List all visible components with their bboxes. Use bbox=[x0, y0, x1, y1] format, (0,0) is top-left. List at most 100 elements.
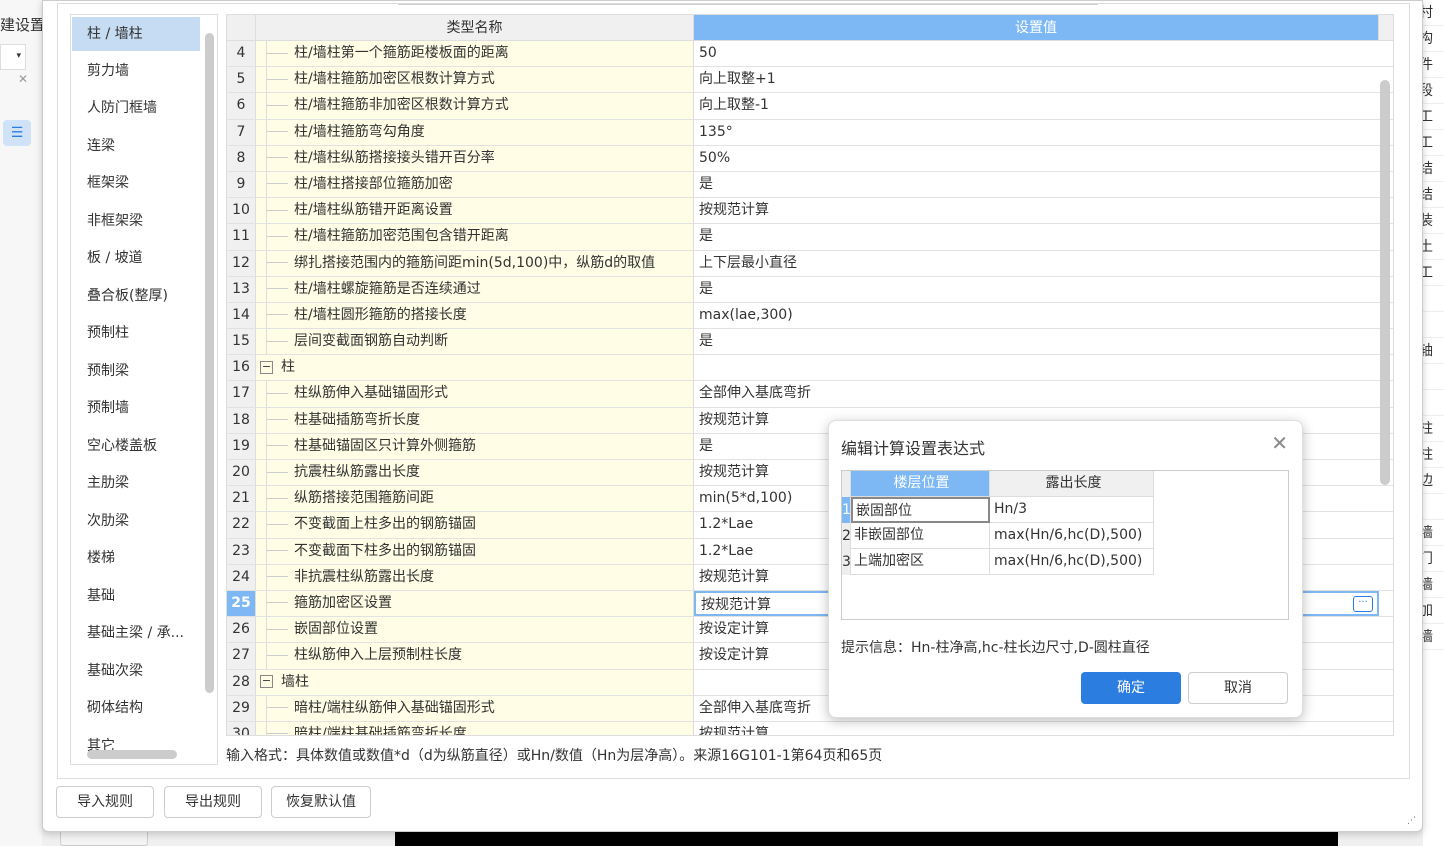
type-name-cell[interactable]: 非抗震柱纵筋露出长度 bbox=[256, 564, 694, 590]
table-row[interactable]: 30 暗柱/端柱基础插筋弯折长度 按规范计算 bbox=[227, 721, 1393, 735]
type-name-cell[interactable]: 柱/墙柱箍筋加密区根数计算方式 bbox=[256, 67, 694, 93]
table-row[interactable]: 7 柱/墙柱箍筋弯勾角度 135° bbox=[227, 119, 1393, 146]
type-name-cell[interactable]: 不变截面上柱多出的钢筋锚固 bbox=[256, 512, 694, 538]
type-name-cell[interactable]: 柱/墙柱螺旋箍筋是否连续通过 bbox=[256, 276, 694, 302]
type-name-cell[interactable]: 暗柱/端柱纵筋伸入基础锚固形式 bbox=[256, 695, 694, 721]
collapse-icon[interactable]: − bbox=[260, 675, 273, 688]
sidebar-item[interactable]: 连梁 bbox=[72, 128, 200, 166]
type-name-cell[interactable]: 柱/墙柱箍筋非加密区根数计算方式 bbox=[256, 93, 694, 119]
background-tab[interactable]: 村 bbox=[1423, 0, 1444, 26]
confirm-button[interactable]: 确定 bbox=[1081, 672, 1181, 704]
sidebar-item[interactable]: 非框架梁 bbox=[72, 203, 200, 241]
sidebar-item[interactable]: 主肋梁 bbox=[72, 465, 200, 503]
type-name-cell[interactable]: 箍筋加密区设置 bbox=[256, 590, 694, 617]
restore-defaults-button[interactable]: 恢复默认值 bbox=[271, 786, 371, 818]
sidebar-horizontal-scrollbar[interactable] bbox=[87, 750, 177, 759]
setting-value-cell[interactable]: 是 bbox=[694, 224, 1379, 249]
header-type-name[interactable]: 类型名称 bbox=[256, 15, 694, 40]
sidebar-item[interactable]: 基础主梁 / 承... bbox=[72, 615, 200, 653]
close-icon[interactable]: ✕ bbox=[18, 72, 28, 86]
type-name-cell[interactable]: 绑扎搭接范围内的箍筋间距min(5d,100)中，纵筋d的取值 bbox=[256, 250, 694, 276]
grid-vertical-scrollbar[interactable] bbox=[1380, 80, 1390, 485]
table-row[interactable]: 4 柱/墙柱第一个箍筋距楼板面的距离 50 bbox=[227, 41, 1393, 68]
table-row[interactable]: 5 柱/墙柱箍筋加密区根数计算方式 向上取整+1 bbox=[227, 67, 1393, 94]
sidebar-vertical-scrollbar[interactable] bbox=[205, 33, 214, 693]
table-row[interactable]: 17 柱纵筋伸入基础锚固形式 全部伸入基底弯折 bbox=[227, 381, 1393, 408]
setting-value-cell[interactable]: 按规范计算 bbox=[694, 722, 1379, 735]
table-row[interactable]: 11 柱/墙柱箍筋加密范围包含错开距离 是 bbox=[227, 224, 1393, 251]
setting-value-cell[interactable]: 是 bbox=[694, 277, 1379, 302]
sidebar-item[interactable]: 预制柱 bbox=[72, 315, 200, 353]
cancel-button[interactable]: 取消 bbox=[1188, 672, 1288, 704]
expression-row[interactable]: 2 非嵌固部位 max(Hn/6,hc(D),500) bbox=[842, 523, 1288, 549]
setting-value-cell[interactable]: max(lae,300) bbox=[694, 303, 1379, 328]
table-row[interactable]: 15 层间变截面钢筋自动判断 是 bbox=[227, 329, 1393, 356]
type-name-cell[interactable]: 柱/墙柱搭接部位箍筋加密 bbox=[256, 171, 694, 198]
exposed-length-cell[interactable]: max(Hn/6,hc(D),500) bbox=[990, 523, 1154, 549]
table-row[interactable]: 8 柱/墙柱纵筋搭接接头错开百分率 50% bbox=[227, 145, 1393, 172]
table-row[interactable]: 9 柱/墙柱搭接部位箍筋加密 是 bbox=[227, 171, 1393, 199]
table-row[interactable]: 16− 柱 bbox=[227, 355, 1393, 382]
floor-position-cell[interactable]: 上端加密区 bbox=[851, 549, 990, 575]
sidebar-item[interactable]: 人防门框墙 bbox=[72, 90, 200, 128]
type-name-cell[interactable]: 柱/墙柱纵筋错开距离设置 bbox=[256, 198, 694, 224]
type-name-cell[interactable]: − 柱 bbox=[256, 355, 694, 381]
type-name-cell[interactable]: 柱基础锚固区只计算外侧箍筋 bbox=[256, 433, 694, 459]
setting-value-cell[interactable]: 是 bbox=[694, 172, 1379, 197]
type-name-cell[interactable]: 不变截面下柱多出的钢筋锚固 bbox=[256, 538, 694, 564]
type-name-cell[interactable]: 柱/墙柱箍筋弯勾角度 bbox=[256, 119, 694, 145]
type-name-cell[interactable]: 嵌固部位设置 bbox=[256, 617, 694, 643]
table-row[interactable]: 12 绑扎搭接范围内的箍筋间距min(5d,100)中，纵筋d的取值 上下层最小直径 bbox=[227, 250, 1393, 277]
header-setting-value[interactable]: 设置值 bbox=[694, 15, 1379, 40]
table-row[interactable]: 13 柱/墙柱螺旋箍筋是否连续通过 是 bbox=[227, 276, 1393, 303]
import-rules-button[interactable]: 导入规则 bbox=[56, 786, 154, 818]
sidebar-item[interactable]: 其它 bbox=[72, 728, 200, 765]
expression-row[interactable]: 1 嵌固部位 Hn/3 bbox=[842, 497, 1288, 523]
header-floor-position[interactable]: 楼层位置 bbox=[851, 471, 990, 497]
setting-value-cell[interactable]: 全部伸入基底弯折 bbox=[694, 381, 1379, 406]
sidebar-item[interactable]: 预制梁 bbox=[72, 353, 200, 391]
setting-value-cell[interactable]: 上下层最小直径 bbox=[694, 251, 1379, 276]
setting-value-cell[interactable]: 135° bbox=[694, 120, 1379, 145]
sidebar-item[interactable]: 预制墙 bbox=[72, 390, 200, 428]
sidebar-item[interactable]: 框架梁 bbox=[72, 165, 200, 203]
sidebar-item[interactable]: 空心楼盖板 bbox=[72, 428, 200, 466]
setting-value-cell[interactable]: 50 bbox=[694, 41, 1379, 66]
setting-value-cell[interactable]: 50% bbox=[694, 146, 1379, 171]
collapse-icon[interactable]: − bbox=[260, 360, 273, 374]
table-row[interactable]: 6 柱/墙柱箍筋非加密区根数计算方式 向上取整-1 bbox=[227, 93, 1393, 120]
type-name-cell[interactable]: 层间变截面钢筋自动判断 bbox=[256, 329, 694, 355]
export-rules-button[interactable]: 导出规则 bbox=[164, 786, 262, 818]
more-options-icon[interactable]: ··· bbox=[1353, 595, 1373, 612]
setting-value-cell[interactable]: 向上取整-1 bbox=[694, 93, 1379, 118]
header-exposed-length[interactable]: 露出长度 bbox=[990, 471, 1154, 497]
type-name-cell[interactable]: 柱/墙柱纵筋搭接接头错开百分率 bbox=[256, 145, 694, 171]
type-name-cell[interactable]: 纵筋搭接范围箍筋间距 bbox=[256, 486, 694, 512]
sidebar-item[interactable]: 基础次梁 bbox=[72, 653, 200, 691]
sidebar-item[interactable]: 柱 / 墙柱 bbox=[72, 17, 200, 51]
setting-value-cell[interactable] bbox=[694, 355, 1379, 380]
type-name-cell[interactable]: 暗柱/端柱基础插筋弯折长度 bbox=[256, 721, 694, 735]
sidebar-item[interactable]: 基础 bbox=[72, 578, 200, 616]
background-dropdown[interactable]: ▾ bbox=[0, 44, 26, 70]
type-name-cell[interactable]: 柱/墙柱圆形箍筋的搭接长度 bbox=[256, 302, 694, 329]
exposed-length-cell[interactable]: Hn/3 bbox=[990, 497, 1154, 523]
setting-value-cell[interactable]: 按规范计算 bbox=[694, 198, 1379, 223]
type-name-cell[interactable]: 柱纵筋伸入基础锚固形式 bbox=[256, 381, 694, 407]
sidebar-item[interactable]: 次肋梁 bbox=[72, 503, 200, 541]
type-name-cell[interactable]: 柱纵筋伸入上层预制柱长度 bbox=[256, 643, 694, 669]
expression-row[interactable]: 3 上端加密区 max(Hn/6,hc(D),500) bbox=[842, 549, 1288, 575]
sidebar-item[interactable]: 剪力墙 bbox=[72, 53, 200, 91]
exposed-length-cell[interactable]: max(Hn/6,hc(D),500) bbox=[990, 549, 1154, 575]
sidebar-item[interactable]: 叠合板(整厚) bbox=[72, 278, 200, 316]
sidebar-item[interactable]: 楼梯 bbox=[72, 540, 200, 578]
resize-grip-icon[interactable]: ⋰ bbox=[1407, 816, 1416, 826]
table-row[interactable]: 10 柱/墙柱纵筋错开距离设置 按规范计算 bbox=[227, 198, 1393, 225]
sidebar-item[interactable]: 砌体结构 bbox=[72, 690, 200, 728]
type-name-cell[interactable]: 柱/墙柱箍筋加密范围包含错开距离 bbox=[256, 224, 694, 250]
sidebar-item[interactable]: 板 / 坡道 bbox=[72, 240, 200, 278]
type-name-cell[interactable]: − 墙柱 bbox=[256, 669, 694, 695]
setting-value-cell[interactable]: 是 bbox=[694, 329, 1379, 354]
floor-position-cell[interactable]: 嵌固部位 bbox=[851, 497, 990, 523]
list-icon[interactable]: ☰ bbox=[3, 120, 31, 146]
